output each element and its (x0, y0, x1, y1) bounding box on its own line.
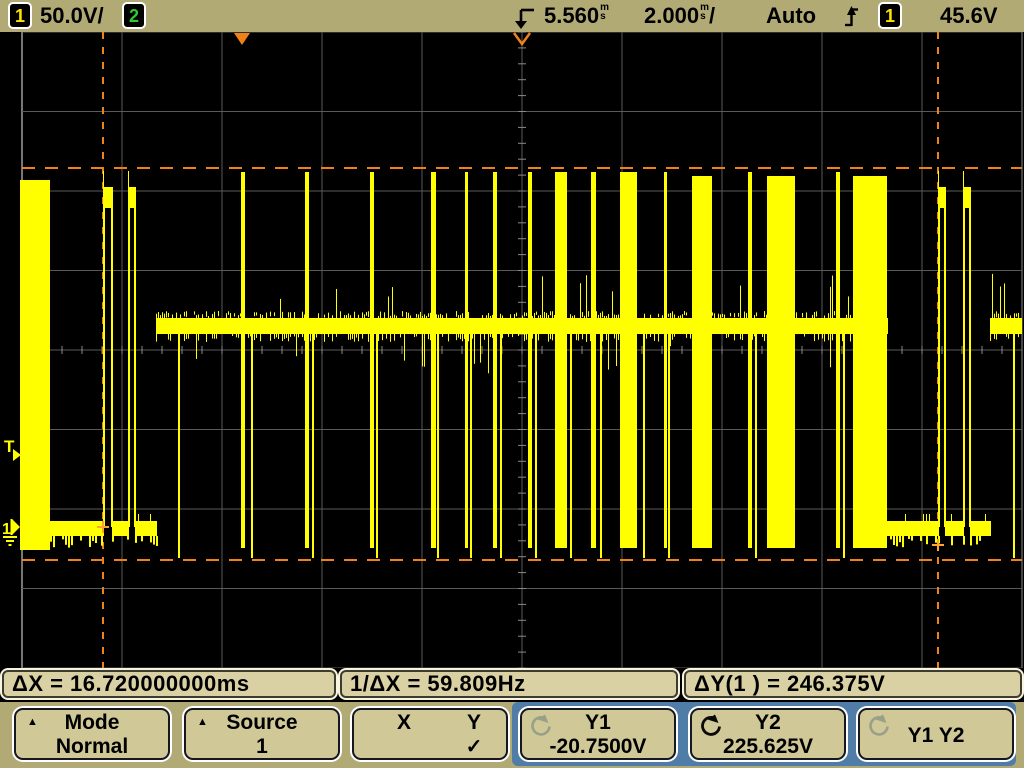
oscilloscope-screen: 1 50.0V/ 2 5.560 m s 2.000 m s / Auto 1 45.6V (0, 0, 1024, 768)
checkmark-icon: ✓ (465, 736, 483, 758)
softkey-y-label: Y (466, 711, 481, 734)
ground-symbol-icon (3, 536, 17, 538)
delay-position-icon (512, 7, 538, 35)
softkey-y1-label: Y1 (585, 711, 611, 734)
channel1-trace (20, 171, 1022, 558)
channel1-scale: 50.0V/ (40, 3, 104, 28)
softkey-y1[interactable]: Y1 -20.7500V (520, 708, 676, 760)
softkey-y1y2-label: Y1 Y2 (907, 724, 965, 747)
softkey-menu: ▲ Mode Normal ▲ Source 1 X Y ✓ Y1 -20.75… (0, 702, 1024, 768)
trigger-time-marker (234, 33, 250, 45)
channel1-ground-label: 1 (2, 521, 11, 538)
trigger-source-badge: 1 (878, 2, 902, 29)
softkey-y2-label: Y2 (755, 711, 781, 734)
trigger-mode: Auto (766, 3, 817, 28)
softkey-source-value: 1 (256, 735, 268, 758)
channel1-badge: 1 (8, 2, 32, 29)
softkey-mode-label: Mode (64, 711, 120, 734)
softkey-y1y2[interactable]: Y1 Y2 (858, 708, 1014, 760)
softkey-y2-value: 225.625V (723, 735, 813, 758)
status-bar: 1 50.0V/ 2 5.560 m s 2.000 m s / Auto 1 45.6V (0, 0, 1024, 32)
delay-value: 5.560 (544, 3, 600, 28)
softkey-source[interactable]: ▲ Source 1 (184, 708, 340, 760)
softkey-y2[interactable]: Y2 225.625V (690, 708, 846, 760)
delay-unit: ms (600, 2, 609, 22)
measurement-bar: ΔX = 16.720000000ms 1/ΔX = 59.809Hz ΔY(1… (0, 668, 1024, 702)
channel1-ground-marker (12, 519, 20, 535)
trigger-level-marker (13, 449, 21, 461)
delta-x-readout: ΔX = 16.720000000ms (2, 670, 336, 698)
softkey-source-label: Source (226, 711, 298, 734)
softkey-x-label: X (396, 711, 411, 734)
timebase-readout: 2.000 m s / (644, 2, 716, 29)
trigger-level-readout: 45.6V (940, 3, 998, 28)
softkey-mode[interactable]: ▲ Mode Normal (14, 708, 170, 760)
softkey-mode-value: Normal (55, 735, 129, 758)
softkey-xy-select[interactable]: X Y ✓ (352, 708, 508, 760)
ground-symbol-icon (8, 544, 12, 546)
delay-readout: 5.560 m s (544, 3, 609, 29)
timebase-unit: ms (700, 2, 709, 22)
delta-y-readout: ΔY(1 ) = 246.375V (684, 670, 1022, 698)
channel1-ground-marker-bar (10, 519, 13, 535)
softkey-y1-value: -20.7500V (549, 735, 647, 758)
trigger-edge-rising-icon (843, 4, 860, 34)
timebase-value: 2.000 (644, 3, 700, 28)
inverse-delta-x-readout: 1/ΔX = 59.809Hz (340, 670, 678, 698)
channel2-badge: 2 (122, 2, 146, 29)
ground-symbol-icon (6, 540, 14, 542)
waveform-plot-area: T1 (0, 31, 1024, 669)
waveform-display: T1 (2, 31, 1023, 669)
